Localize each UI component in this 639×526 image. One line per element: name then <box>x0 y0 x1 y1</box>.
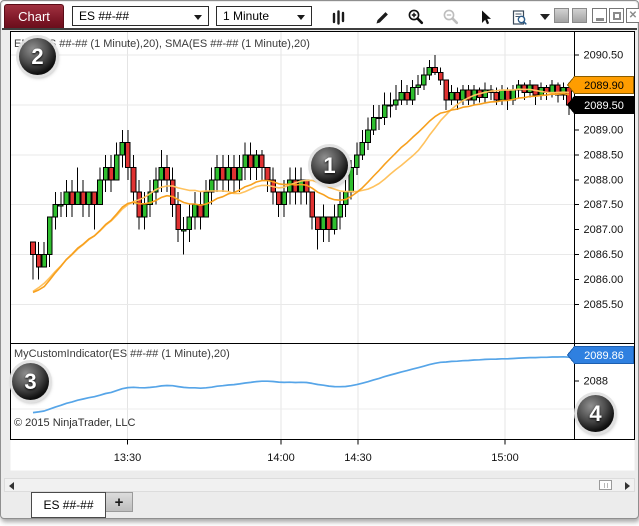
svg-text:2089.90: 2089.90 <box>584 80 624 92</box>
svg-text:2087.00: 2087.00 <box>584 224 624 236</box>
callout-bubble-3: 3 <box>12 363 49 400</box>
add-tab-button[interactable]: + <box>106 492 133 512</box>
svg-text:2090.50: 2090.50 <box>584 50 624 62</box>
svg-text:2089.86: 2089.86 <box>584 350 624 362</box>
chart-canvas[interactable]: 2090.502090.002089.502089.002088.502088.… <box>1 1 639 526</box>
main-panel-label: EMA(ES ##-## (1 Minute),20), SMA(ES ##-#… <box>14 38 310 50</box>
price-tag-2089.86: 2089.86 <box>568 346 634 363</box>
scroll-right-arrow-icon[interactable] <box>625 482 630 490</box>
svg-text:2088.00: 2088.00 <box>584 174 624 186</box>
svg-text:2088: 2088 <box>584 376 608 388</box>
svg-text:15:00: 15:00 <box>491 452 519 464</box>
scrollbar-thumb[interactable] <box>599 480 612 490</box>
price-tag-2089.90: 2089.90 <box>568 76 634 93</box>
svg-text:14:00: 14:00 <box>267 452 295 464</box>
callout-bubble-1: 1 <box>311 147 348 184</box>
svg-text:2089.00: 2089.00 <box>584 124 624 136</box>
svg-text:2086.00: 2086.00 <box>584 274 624 286</box>
chart-window: Chart ES ##-## 1 Minute <box>0 0 639 519</box>
svg-text:2087.50: 2087.50 <box>584 199 624 211</box>
svg-text:2085.50: 2085.50 <box>584 299 624 311</box>
callout-bubble-4: 4 <box>577 395 614 432</box>
scroll-left-arrow-icon[interactable] <box>9 482 14 490</box>
indicator-panel-label: MyCustomIndicator(ES ##-## (1 Minute),20… <box>14 348 230 360</box>
svg-text:2089.50: 2089.50 <box>584 100 624 112</box>
svg-text:2086.50: 2086.50 <box>584 249 624 261</box>
price-tag-2089.50: 2089.50 <box>568 96 634 113</box>
svg-text:13:30: 13:30 <box>114 452 142 464</box>
svg-text:2088.50: 2088.50 <box>584 149 624 161</box>
copyright-label: © 2015 NinjaTrader, LLC <box>14 417 135 429</box>
svg-text:14:30: 14:30 <box>344 452 372 464</box>
tab-es-instrument[interactable]: ES ##-## <box>31 492 106 518</box>
workspace-tab-row: ES ##-## + <box>1 492 638 520</box>
callout-bubble-2: 2 <box>19 38 56 75</box>
horizontal-scrollbar <box>4 478 635 492</box>
